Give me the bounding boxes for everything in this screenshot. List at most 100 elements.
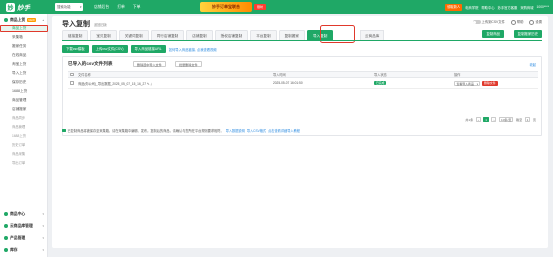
delete-selected-button[interactable]: 删除选中导入文件 xyxy=(133,61,166,67)
support-link[interactable]: 妙手官方客服 xyxy=(498,5,518,10)
chevron-down-icon: ▾ xyxy=(42,248,44,252)
next-page-button[interactable]: › xyxy=(491,117,497,122)
tab-peer-shop-copy[interactable]: 同行店铺复制 xyxy=(150,30,185,40)
footnote: 已复制商品将被保存至采集箱，请在采集箱中编辑、发布。复制后的商品，请确认与您所在… xyxy=(62,128,542,133)
settings-link[interactable]: 设置 xyxy=(529,19,542,25)
toggle-switch[interactable] xyxy=(472,20,481,25)
search-select[interactable]: 搜索功能 ▾ xyxy=(55,3,83,11)
toggle-label: 上传到CSV文件 xyxy=(481,20,505,25)
academy-link[interactable]: 电商学院 xyxy=(465,5,478,10)
import-status: 已完成 xyxy=(374,78,387,88)
sidebar-item[interactable]: 搬家任务 xyxy=(0,43,48,50)
checkbox[interactable] xyxy=(70,81,74,85)
sidebar-group-cloud[interactable]: 云商品库管理 ▾ xyxy=(0,222,48,230)
video-help-link[interactable]: 如何导入商品链接, 点我查看视频 xyxy=(169,47,217,52)
delete-file-button[interactable]: 删除文件 xyxy=(482,80,498,86)
brand-logo[interactable]: 妙 妙手 xyxy=(6,2,46,12)
download-template-button[interactable]: 下载csv模板 xyxy=(62,45,89,53)
mall-link[interactable]: 采购商城 xyxy=(520,5,533,10)
tab-cloud-library[interactable]: 云商品库 xyxy=(360,30,385,40)
promo-banner[interactable]: 妙手订单宝联合 xyxy=(200,2,252,12)
row-checkbox[interactable] xyxy=(70,78,74,88)
sidebar-item[interactable]: 1688上货 xyxy=(0,133,48,140)
checkbox[interactable] xyxy=(70,72,74,77)
sidebar-item[interactable]: 商品采集 xyxy=(0,151,48,158)
sidebar-item[interactable]: 商品管理 xyxy=(0,97,48,104)
sidebar-item[interactable]: 历史订单 xyxy=(0,142,48,149)
tab-platform-copy[interactable]: 平台复制 xyxy=(250,30,277,40)
start-copy-button[interactable]: 复制商品 xyxy=(482,30,504,38)
col-import-status: 导入状态 xyxy=(374,73,387,77)
tab-link-copy[interactable]: 链接复制 xyxy=(62,30,89,40)
tab-auth-shop-copy[interactable]: 授权店铺复制 xyxy=(214,30,249,40)
sidebar-group-manage[interactable]: 产品管理 ▾ xyxy=(0,234,48,242)
top-right-menu: 领取新人 电商学院 帮助中心 妙手官方客服 采购商城 1000**** xyxy=(445,0,549,14)
newbie-button[interactable]: 领取新人 xyxy=(445,3,463,11)
imported-files-section: 已导入的csv文件列表 删除选中导入文件 批量删除文件 收起 文件名称 导入时间… xyxy=(62,56,542,136)
tab-item-copy[interactable]: 宝贝复制 xyxy=(90,30,117,40)
user-account[interactable]: 1000**** xyxy=(537,5,549,9)
batch-delete-button[interactable]: 批量删除文件 xyxy=(175,61,202,67)
sidebar-item[interactable]: 1688上货 xyxy=(0,88,48,95)
top-nav-item[interactable]: 下单 xyxy=(129,0,145,14)
chevron-down-icon: ▾ xyxy=(42,224,44,228)
col-file-name: 文件名称 xyxy=(78,73,91,77)
sidebar: 商品上货 NEW ▴ 商品上货 采集箱 搬家任务 在线商品 淘宝上货 导入上货 保… xyxy=(0,14,48,257)
tabs-divider xyxy=(62,40,542,41)
chevron-down-icon: ▾ xyxy=(79,5,82,9)
product-icon xyxy=(4,18,8,22)
tab-move-copy[interactable]: 复制搬家 xyxy=(278,30,305,40)
sidebar-group-label: 库存 xyxy=(10,248,18,252)
help-link[interactable]: 帮助 xyxy=(510,19,524,25)
section-title: 已导入的csv文件列表 xyxy=(68,61,113,66)
new-badge: NEW xyxy=(27,18,36,22)
collapse-link[interactable]: 收起 xyxy=(530,62,536,67)
sidebar-item-import[interactable]: 商品上货 xyxy=(0,25,48,32)
copy-history-button[interactable]: 复制搬家历史 xyxy=(513,30,542,38)
goto-page-input[interactable]: 1 xyxy=(524,117,531,122)
sidebar-item[interactable]: 导出订单 xyxy=(0,160,48,167)
sidebar-item[interactable]: 店铺搬家 xyxy=(0,106,48,113)
main-panel: 导入复制 返回旧版 上传到CSV文件 帮助 设置 链接复制 宝贝复制 关键词复制… xyxy=(52,16,548,248)
info-checkbox-icon xyxy=(62,128,66,133)
sidebar-item[interactable]: 淘宝上货 xyxy=(0,61,48,68)
sidebar-item[interactable]: 保存历史 xyxy=(0,79,48,86)
sidebar-item[interactable]: 商品同步 xyxy=(0,115,48,122)
prev-page-button[interactable]: ‹ xyxy=(475,117,481,122)
csv-format-link[interactable]: 导入CSV格式 xyxy=(247,128,266,133)
sidebar-item[interactable]: 商品管理 xyxy=(0,124,48,131)
action-select-value: 查看导入商品 xyxy=(456,81,474,86)
select-all-checkbox[interactable] xyxy=(70,72,74,77)
tutorial-link[interactable]: 点击查看详细导入教程 xyxy=(268,128,300,133)
page-number[interactable]: 1 xyxy=(483,117,489,122)
help-label: 帮助 xyxy=(516,20,524,24)
sidebar-group-products[interactable]: 商品上货 NEW ▴ xyxy=(0,16,48,24)
import-url-button[interactable]: 导入商品链接URL xyxy=(130,45,166,53)
sidebar-group-label: 商品上货 xyxy=(10,18,26,22)
import-data-link[interactable]: 导入数据说明 xyxy=(226,128,245,133)
page-size-select[interactable]: 10条/页 xyxy=(498,117,514,122)
center-icon xyxy=(4,212,8,216)
header-actions: 上传到CSV文件 帮助 设置 xyxy=(472,19,542,25)
tab-keyword-copy[interactable]: 关键词复制 xyxy=(118,30,149,40)
top-nav-item[interactable]: 店铺后台 xyxy=(90,0,113,14)
tab-shop-copy[interactable]: 店铺复制 xyxy=(186,30,213,40)
sidebar-group-stock[interactable]: 库存 ▾ xyxy=(0,246,48,254)
chevron-up-icon: ▴ xyxy=(42,18,44,22)
tab-import-copy[interactable]: 导入复制 xyxy=(306,30,334,40)
sidebar-item[interactable]: 导入上货 xyxy=(0,70,48,77)
sidebar-item[interactable]: 采集箱 xyxy=(0,34,48,41)
top-nav-item[interactable]: 打单 xyxy=(113,0,129,14)
file-name: 商品(你公司)_导出数据_2025_05_07_15_16_27 ✎ ⤓ xyxy=(78,81,152,86)
help-center-link[interactable]: 帮助中心 xyxy=(481,5,494,10)
upload-csv-button[interactable]: 上传csv文件(CSV) xyxy=(91,45,128,53)
old-version-link[interactable]: 返回旧版 xyxy=(94,22,107,27)
action-select[interactable]: 查看导入商品 ▾ xyxy=(454,80,480,86)
stock-icon xyxy=(4,248,8,252)
chevron-down-icon: ▾ xyxy=(42,236,44,240)
sidebar-item[interactable]: 在线商品 xyxy=(0,52,48,59)
sidebar-group-center[interactable]: 商品中心 ▾ xyxy=(0,210,48,218)
pagination: 共1条 ‹ 1 › 10条/页 跳至 1 页 xyxy=(465,117,536,122)
cloud-icon xyxy=(4,224,8,228)
csv-toggle[interactable]: 上传到CSV文件 xyxy=(472,19,505,25)
